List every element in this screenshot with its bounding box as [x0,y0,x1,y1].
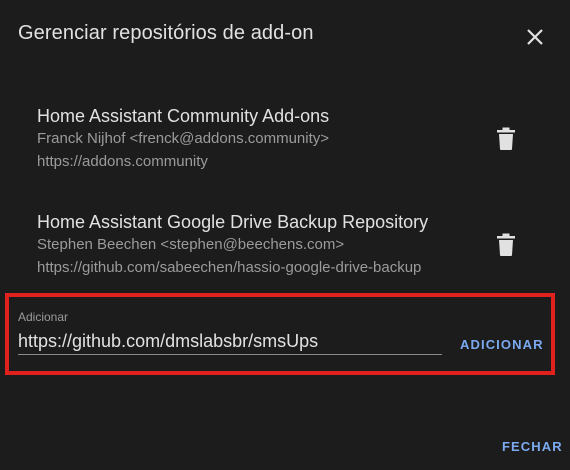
repository-url: https://github.com/sabeechen/hassio-goog… [37,259,422,276]
manage-repositories-dialog: Gerenciar repositórios de add-on Home As… [0,0,570,470]
repository-maintainer: Stephen Beechen <stephen@beechens.com> [37,236,345,253]
dialog-title: Gerenciar repositórios de add-on [18,22,314,44]
repository-url-input[interactable] [18,328,442,355]
add-field-label: Adicionar [18,310,69,324]
repository-name: Home Assistant Google Drive Backup Repos… [37,212,429,232]
trash-icon[interactable] [495,127,517,151]
repository-item: Home Assistant Community Add-ons Franck … [37,105,329,173]
trash-icon[interactable] [495,233,517,257]
close-icon[interactable] [520,22,548,50]
repository-name: Home Assistant Community Add-ons [37,106,330,126]
close-button[interactable]: FECHAR [502,439,563,454]
repository-item: Home Assistant Google Drive Backup Repos… [37,211,428,279]
repository-url: https://addons.community [37,153,208,170]
repository-maintainer: Franck Nijhof <frenck@addons.community> [37,130,330,147]
add-button[interactable]: ADICIONAR [460,337,544,352]
